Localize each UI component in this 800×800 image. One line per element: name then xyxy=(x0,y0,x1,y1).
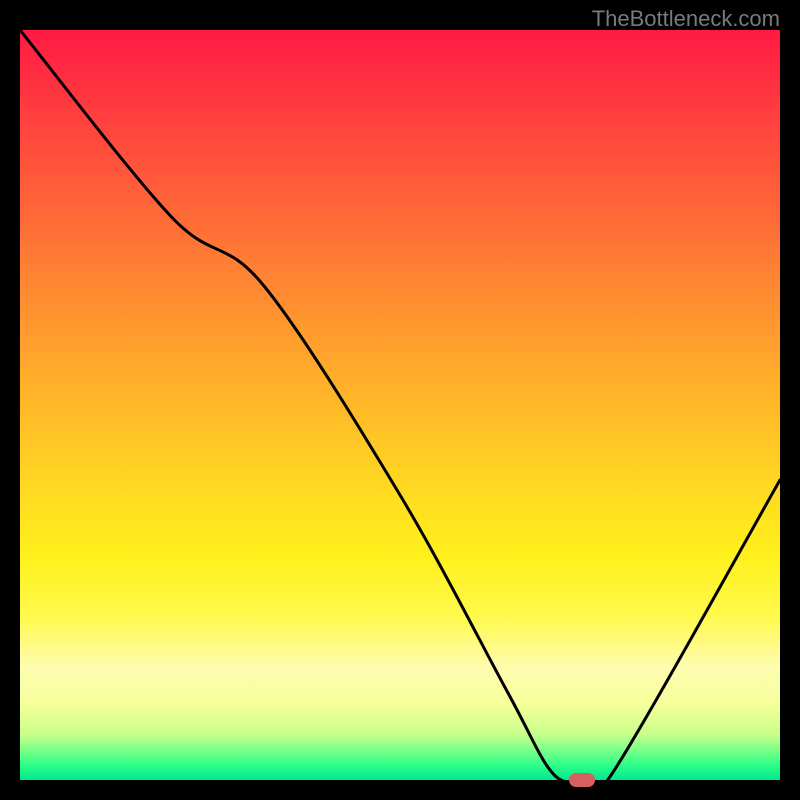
optimal-marker xyxy=(569,773,595,787)
chart-container: TheBottleneck.com xyxy=(0,0,800,800)
plot-area xyxy=(20,30,780,780)
curve-layer xyxy=(20,30,780,780)
watermark-text: TheBottleneck.com xyxy=(592,6,780,32)
bottleneck-curve xyxy=(20,30,780,780)
